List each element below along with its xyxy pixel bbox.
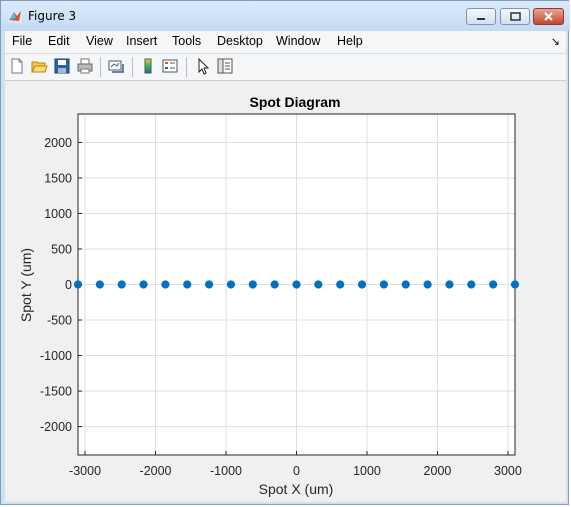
- matlab-icon: [8, 9, 22, 23]
- x-tick-label: -3000: [69, 464, 101, 478]
- figure-window: Figure 3 File Edit View Insert Tools Des…: [0, 0, 570, 505]
- figure-canvas: Spot Diagram -3000 -2000 -1000 0 1000 2000 300…: [5, 81, 566, 502]
- y-tick-label: 2000: [44, 136, 72, 150]
- y-tick-label: -1000: [40, 349, 72, 363]
- x-tick-label: -2000: [140, 464, 172, 478]
- spot-point: [161, 280, 170, 289]
- x-tick-label: 3000: [494, 464, 522, 478]
- x-tick-label: 1000: [353, 464, 381, 478]
- data-points: [73, 280, 520, 289]
- spot-point: [510, 280, 520, 289]
- maximize-button[interactable]: [500, 8, 530, 25]
- spot-point: [467, 280, 476, 289]
- save-icon[interactable]: [53, 57, 71, 75]
- menu-insert[interactable]: Insert: [126, 34, 157, 48]
- chart-title: Spot Diagram: [249, 94, 340, 110]
- minimize-icon: [477, 17, 485, 20]
- spot-point: [95, 280, 104, 289]
- menu-tools[interactable]: Tools: [172, 34, 201, 48]
- y-tick-label: -1500: [40, 385, 72, 399]
- toolbar-separator: [132, 57, 133, 77]
- spot-point: [73, 280, 83, 289]
- link-plot-icon[interactable]: [107, 57, 125, 75]
- window-title: Figure 3: [28, 9, 77, 23]
- toolbar-separator: [186, 57, 187, 77]
- spot-diagram-plot[interactable]: Spot Diagram -3000 -2000 -1000 0 1000 2000 300…: [5, 81, 566, 502]
- x-tick-label: 0: [293, 464, 300, 478]
- spot-point: [292, 280, 301, 289]
- y-tick-label: 0: [65, 278, 72, 292]
- figure-toolbar: [5, 54, 566, 81]
- spot-point: [314, 280, 323, 289]
- spot-point: [489, 280, 498, 289]
- spot-point: [248, 280, 257, 289]
- spot-point: [423, 280, 432, 289]
- spot-point: [117, 280, 126, 289]
- spot-point: [336, 280, 345, 289]
- spot-point: [445, 280, 454, 289]
- print-icon[interactable]: [76, 57, 94, 75]
- menu-desktop[interactable]: Desktop: [217, 34, 263, 48]
- insert-colorbar-icon[interactable]: [139, 57, 157, 75]
- close-icon: [544, 12, 553, 21]
- minimize-button[interactable]: [466, 8, 496, 25]
- menu-file[interactable]: File: [12, 34, 32, 48]
- x-axis-label: Spot X (um): [259, 481, 334, 497]
- x-tick-label: 2000: [424, 464, 452, 478]
- dock-arrow-icon[interactable]: ↘: [551, 35, 560, 48]
- y-tick-label: -500: [47, 314, 72, 328]
- toolbar-separator: [100, 57, 101, 77]
- spot-point: [226, 280, 236, 289]
- maximize-icon: [509, 12, 521, 21]
- menu-window[interactable]: Window: [276, 34, 320, 48]
- y-tick-label: 1500: [44, 171, 72, 185]
- title-bar[interactable]: Figure 3: [1, 1, 570, 31]
- spot-point: [270, 280, 279, 289]
- spot-point: [183, 280, 192, 289]
- spot-point: [205, 280, 214, 289]
- y-tick-label: -2000: [40, 420, 72, 434]
- menu-view[interactable]: View: [86, 34, 113, 48]
- y-axis-label: Spot Y (um): [18, 248, 34, 322]
- spot-point: [139, 280, 148, 289]
- x-tick-label: -1000: [210, 464, 242, 478]
- close-button[interactable]: [533, 8, 564, 25]
- menu-edit[interactable]: Edit: [48, 34, 70, 48]
- edit-plot-icon[interactable]: [194, 57, 212, 75]
- property-inspector-icon[interactable]: [216, 57, 234, 75]
- menu-bar: File Edit View Insert Tools Desktop Wind…: [5, 31, 566, 54]
- y-tick-label: 1000: [44, 207, 72, 221]
- spot-point: [357, 280, 367, 289]
- y-tick-label: 500: [51, 242, 72, 256]
- menu-help[interactable]: Help: [337, 34, 363, 48]
- new-figure-icon[interactable]: [8, 57, 26, 75]
- spot-point: [401, 280, 410, 289]
- open-file-icon[interactable]: [30, 57, 48, 75]
- insert-legend-icon[interactable]: [161, 57, 179, 75]
- spot-point: [379, 280, 388, 289]
